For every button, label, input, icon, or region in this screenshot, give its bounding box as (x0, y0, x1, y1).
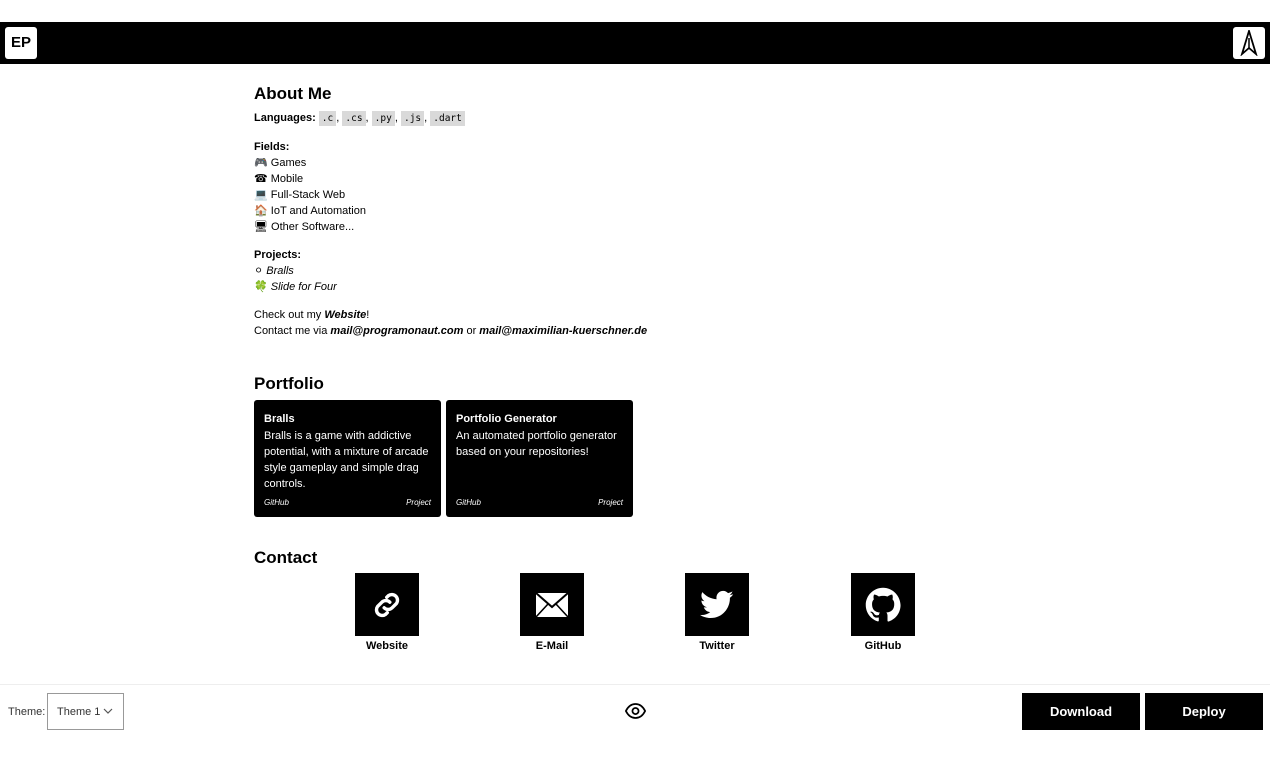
portfolio-cards: Bralls Bralls is a game with addictive p… (254, 400, 633, 517)
language-tag: .dart (430, 111, 465, 126)
rocket-logo-icon[interactable] (1233, 27, 1265, 59)
fields-label: Fields: (254, 141, 290, 153)
language-tag: .c (318, 111, 337, 126)
project-label: Slide for Four (270, 281, 337, 293)
theme-label: Theme: (8, 706, 46, 718)
card-footer: GitHub Project (264, 498, 431, 507)
chevron-down-icon (103, 708, 113, 714)
contact-prefix: Contact me via (254, 325, 331, 337)
card-title: Portfolio Generator (456, 413, 557, 425)
checkout-line: Check out my Website! (254, 307, 1014, 323)
clover-icon: 🍀 (254, 281, 268, 293)
field-label: Games (270, 157, 307, 169)
mail-icon[interactable] (520, 573, 584, 636)
gamepad-icon: 🎮 (254, 157, 268, 169)
card-title: Bralls (264, 413, 295, 425)
field-item: 🎮 Games (254, 155, 1014, 171)
monitor-icon: 🖥 (254, 221, 268, 233)
twitter-icon[interactable] (685, 573, 749, 636)
field-item: 🏠 IoT and Automation (254, 203, 1014, 219)
contact-label: E-Mail (535, 640, 569, 652)
laptop-icon: 💻 (254, 189, 268, 201)
contact-twitter[interactable]: Twitter (667, 573, 767, 652)
portfolio-card[interactable]: Portfolio Generator An automated portfol… (446, 400, 633, 517)
language-tag: .py (371, 111, 395, 126)
phone-icon: ☎ (254, 173, 268, 185)
fields-list: Fields: 🎮 Games ☎ Mobile 💻 Full-Stack We… (254, 139, 1014, 235)
field-label: Other Software... (271, 221, 355, 233)
about-section: About Me Languages: .c, .cs, .py, .js, .… (254, 84, 1014, 339)
field-label: IoT and Automation (270, 205, 366, 217)
theme-select[interactable]: Theme 1 (47, 693, 124, 730)
contact-website[interactable]: Website (337, 573, 437, 652)
contact-line: Contact me via mail@programonaut.com or … (254, 323, 1014, 339)
contact-label: Website (366, 640, 408, 652)
contact-or: or (463, 325, 480, 337)
field-item: ☎ Mobile (254, 171, 1014, 187)
link-icon[interactable] (355, 573, 419, 636)
deploy-button[interactable]: Deploy (1145, 693, 1263, 730)
portfolio-title: Portfolio (254, 374, 324, 393)
contact-text: Check out my Website! Contact me via mai… (254, 307, 1014, 339)
email-link-2[interactable]: mail@maximilian-kuerschner.de (479, 325, 647, 337)
contact-section: Contact Website E-Mail Twitter GitHub (254, 548, 915, 652)
portfolio-card[interactable]: Bralls Bralls is a game with addictive p… (254, 400, 441, 517)
language-tag: .cs (342, 111, 366, 126)
eye-icon[interactable] (624, 703, 647, 724)
field-item: 💻 Full-Stack Web (254, 187, 1014, 203)
projects-label: Projects: (254, 249, 302, 261)
field-item: 🖥 Other Software... (254, 219, 1014, 235)
card-type: Project (598, 498, 623, 507)
theme-value: Theme 1 (57, 705, 101, 718)
checkout-suffix: ! (366, 309, 370, 321)
card-type: Project (406, 498, 431, 507)
download-button[interactable]: Download (1022, 693, 1140, 730)
project-item: ⚪ Bralls (254, 263, 1014, 279)
about-title: About Me (254, 84, 332, 103)
contact-label: GitHub (864, 640, 902, 652)
card-source-link[interactable]: GitHub (456, 498, 481, 507)
house-icon: 🏠 (254, 205, 268, 217)
contact-github[interactable]: GitHub (833, 573, 933, 652)
ball-icon: ⚪ (254, 265, 264, 277)
project-item: 🍀 Slide for Four (254, 279, 1014, 295)
github-icon[interactable] (851, 573, 915, 636)
projects-list: Projects: ⚪ Bralls 🍀 Slide for Four (254, 247, 1014, 295)
contact-title: Contact (254, 548, 318, 567)
portfolio-section: Portfolio Bralls Bralls is a game with a… (254, 374, 633, 517)
field-label: Full-Stack Web (270, 189, 346, 201)
checkout-prefix: Check out my (254, 309, 325, 321)
website-link[interactable]: Website (324, 309, 366, 321)
languages-row: Languages: .c, .cs, .py, .js, .dart (254, 110, 1014, 127)
contact-email[interactable]: E-Mail (502, 573, 602, 652)
card-description: An automated portfolio generator based o… (456, 430, 617, 458)
card-footer: GitHub Project (456, 498, 623, 507)
languages-label: Languages: (254, 112, 316, 124)
field-label: Mobile (270, 173, 304, 185)
contact-items: Website E-Mail Twitter GitHub (254, 573, 1014, 663)
email-link-1[interactable]: mail@programonaut.com (330, 325, 463, 337)
footer-bar: Theme: Theme 1 Download Deploy (0, 684, 1270, 760)
ep-logo[interactable]: EP (5, 27, 37, 59)
top-bar: EP (0, 22, 1270, 64)
language-tag: .js (400, 111, 425, 126)
project-label: Bralls (266, 265, 294, 277)
card-description: Bralls is a game with addictive potentia… (264, 430, 429, 490)
contact-label: Twitter (699, 640, 735, 652)
card-source-link[interactable]: GitHub (264, 498, 289, 507)
